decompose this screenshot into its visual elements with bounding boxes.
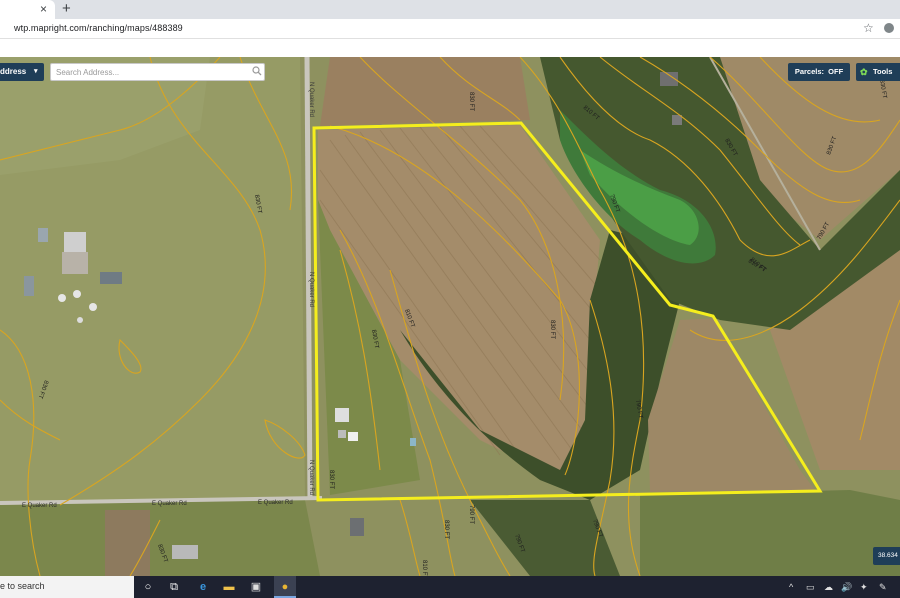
chevron-down-icon: ▾ [34,68,38,75]
browser-content-gap [0,39,900,57]
search-icon[interactable] [252,66,262,76]
taskbar-search-text: e to search [0,581,45,591]
address-bar[interactable]: wtp.mapright.com/ranching/maps/488389 ☆ [0,19,900,39]
pen-icon[interactable]: ✎ [879,581,887,593]
search-address-box[interactable] [50,63,265,81]
store-icon[interactable]: ▣ [249,580,263,594]
contour-label: 790 FT [468,505,474,524]
road-label-e-quaker-right: E Quaker Rd [258,500,293,506]
browser-tab-strip: × + [0,0,900,19]
southwest-field [0,500,320,576]
coordinate-readout: 38.634 [873,547,900,565]
close-tab-icon[interactable]: × [40,2,47,16]
battery-icon[interactable]: ▭ [806,581,815,593]
satellite-map[interactable]: 830 FT 830 FT 830 FT 830 FT 830 FT 810 FT 810 … [0,57,900,576]
edge-icon[interactable]: e [196,580,210,594]
bookmark-star-icon[interactable]: ☆ [863,21,874,35]
tools-button[interactable]: ✿ Tools [856,63,900,81]
search-address-input[interactable] [56,66,246,79]
contour-label: 830 FT [468,92,474,111]
volume-icon[interactable]: 🔊 [841,581,852,593]
gear-icon: ✿ [860,67,868,77]
road-label-e-quaker-left: E Quaker Rd [22,503,57,509]
contour-label: 830 FT [328,470,334,489]
contour-label: 830 FT [549,320,555,339]
address-dropdown-button[interactable]: ddress ▾ [0,63,44,81]
task-view-icon[interactable]: ⧉ [167,580,181,594]
cortana-icon[interactable]: ○ [141,580,155,594]
parcels-label: Parcels: [794,67,824,76]
road-label-n-quaker-mid: N Quaker Rd [308,272,314,307]
road-label-n-quaker-top: N Quaker Rd [308,82,314,117]
parcels-value: OFF [828,67,844,76]
onedrive-icon[interactable]: ☁ [824,581,833,593]
extension-icon[interactable] [884,23,894,33]
road-label-e-quaker-mid: E Quaker Rd [152,501,187,507]
taskbar-search-box[interactable]: e to search [0,576,134,598]
windows-taskbar: e to search ○ ⧉ e ▬ ▣ ● ^ ▭ ☁ 🔊 ✦ ✎ [0,576,900,598]
road-label-n-quaker-bottom: N Quaker Rd [308,460,314,495]
tools-label: Tools [873,67,893,76]
browser-tab[interactable]: × [0,0,55,19]
url-text[interactable]: wtp.mapright.com/ranching/maps/488389 [14,23,183,33]
tray-overflow-icon[interactable]: ^ [789,581,793,593]
dropbox-icon[interactable]: ✦ [860,581,868,593]
contour-label: 830 FT [443,520,449,539]
new-tab-icon[interactable]: + [62,1,71,17]
chrome-icon[interactable]: ● [278,580,292,594]
file-explorer-icon[interactable]: ▬ [222,580,236,594]
parcels-toggle-button[interactable]: Parcels: OFF [788,63,850,81]
contour-label: 810 FT [421,560,427,576]
address-button-label: ddress [0,67,27,76]
southeast-pasture [640,490,900,576]
south-plowed-plot [105,510,150,576]
map-canvas[interactable]: 830 FT830 FT830 FT830 FT 830 FT810 FT810 … [0,57,900,576]
